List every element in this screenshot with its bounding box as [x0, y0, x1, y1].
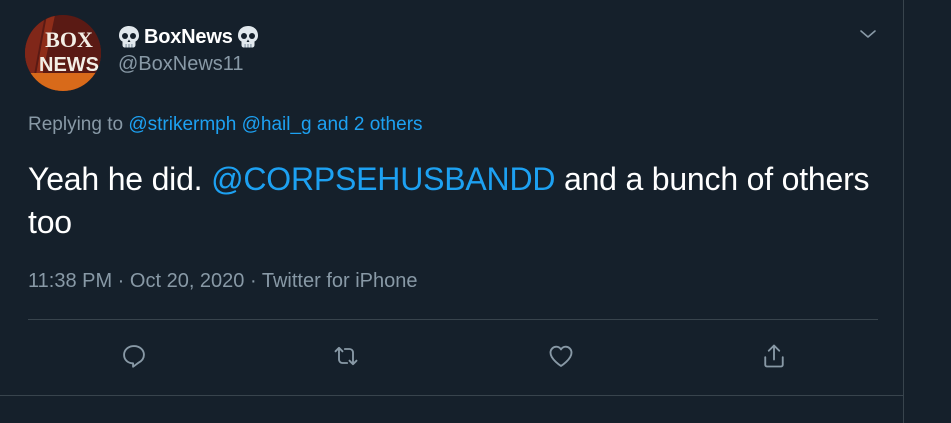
replying-to-line: Replying to @strikermph @hail_g and 2 ot… — [28, 114, 423, 136]
tweet-meta: 11:38 PM · Oct 20, 2020 · Twitter for iP… — [28, 270, 417, 293]
divider — [28, 319, 878, 320]
mention-link[interactable]: @strikermph — [128, 114, 236, 135]
chevron-down-icon[interactable] — [856, 22, 880, 46]
tweet-time[interactable]: 11:38 PM — [28, 270, 112, 292]
tweet-card[interactable]: BOX NEWS BoxNews @BoxNews11 Replying to … — [0, 0, 904, 423]
tweet-text-start: Yeah he did. — [28, 161, 212, 197]
others-link[interactable]: and 2 others — [317, 114, 423, 135]
avatar[interactable]: BOX NEWS — [25, 15, 101, 91]
meta-separator: · — [244, 270, 262, 292]
mention-link[interactable]: @hail_g — [242, 114, 312, 135]
author-name-row[interactable]: BoxNews — [116, 22, 261, 52]
tweet-date[interactable]: Oct 20, 2020 — [130, 270, 245, 292]
skull-icon — [237, 26, 258, 48]
share-icon — [764, 344, 784, 368]
avatar-logo-icon: BOX NEWS — [25, 15, 101, 91]
meta-separator: · — [112, 270, 130, 292]
reply-icon — [123, 345, 145, 368]
reply-button[interactable] — [118, 340, 150, 372]
tweet-mention-link[interactable]: @CORPSEHUSBANDD — [211, 161, 555, 197]
like-button[interactable] — [545, 340, 577, 372]
heart-icon — [549, 345, 573, 367]
retweet-icon — [334, 346, 358, 366]
avatar-text-bottom: NEWS — [39, 54, 99, 76]
replying-to-label: Replying to — [28, 114, 129, 135]
tweet-bottom-border — [0, 395, 903, 396]
retweet-button[interactable] — [330, 340, 362, 372]
skull-icon — [119, 26, 139, 48]
tweet-source[interactable]: Twitter for iPhone — [262, 270, 418, 292]
avatar-text-top: BOX — [45, 27, 93, 52]
author-handle[interactable]: @BoxNews11 — [118, 53, 244, 76]
tweet-text: Yeah he did. @CORPSEHUSBANDD and a bunch… — [28, 158, 888, 244]
display-name[interactable]: BoxNews — [144, 26, 233, 49]
share-button[interactable] — [758, 340, 790, 372]
